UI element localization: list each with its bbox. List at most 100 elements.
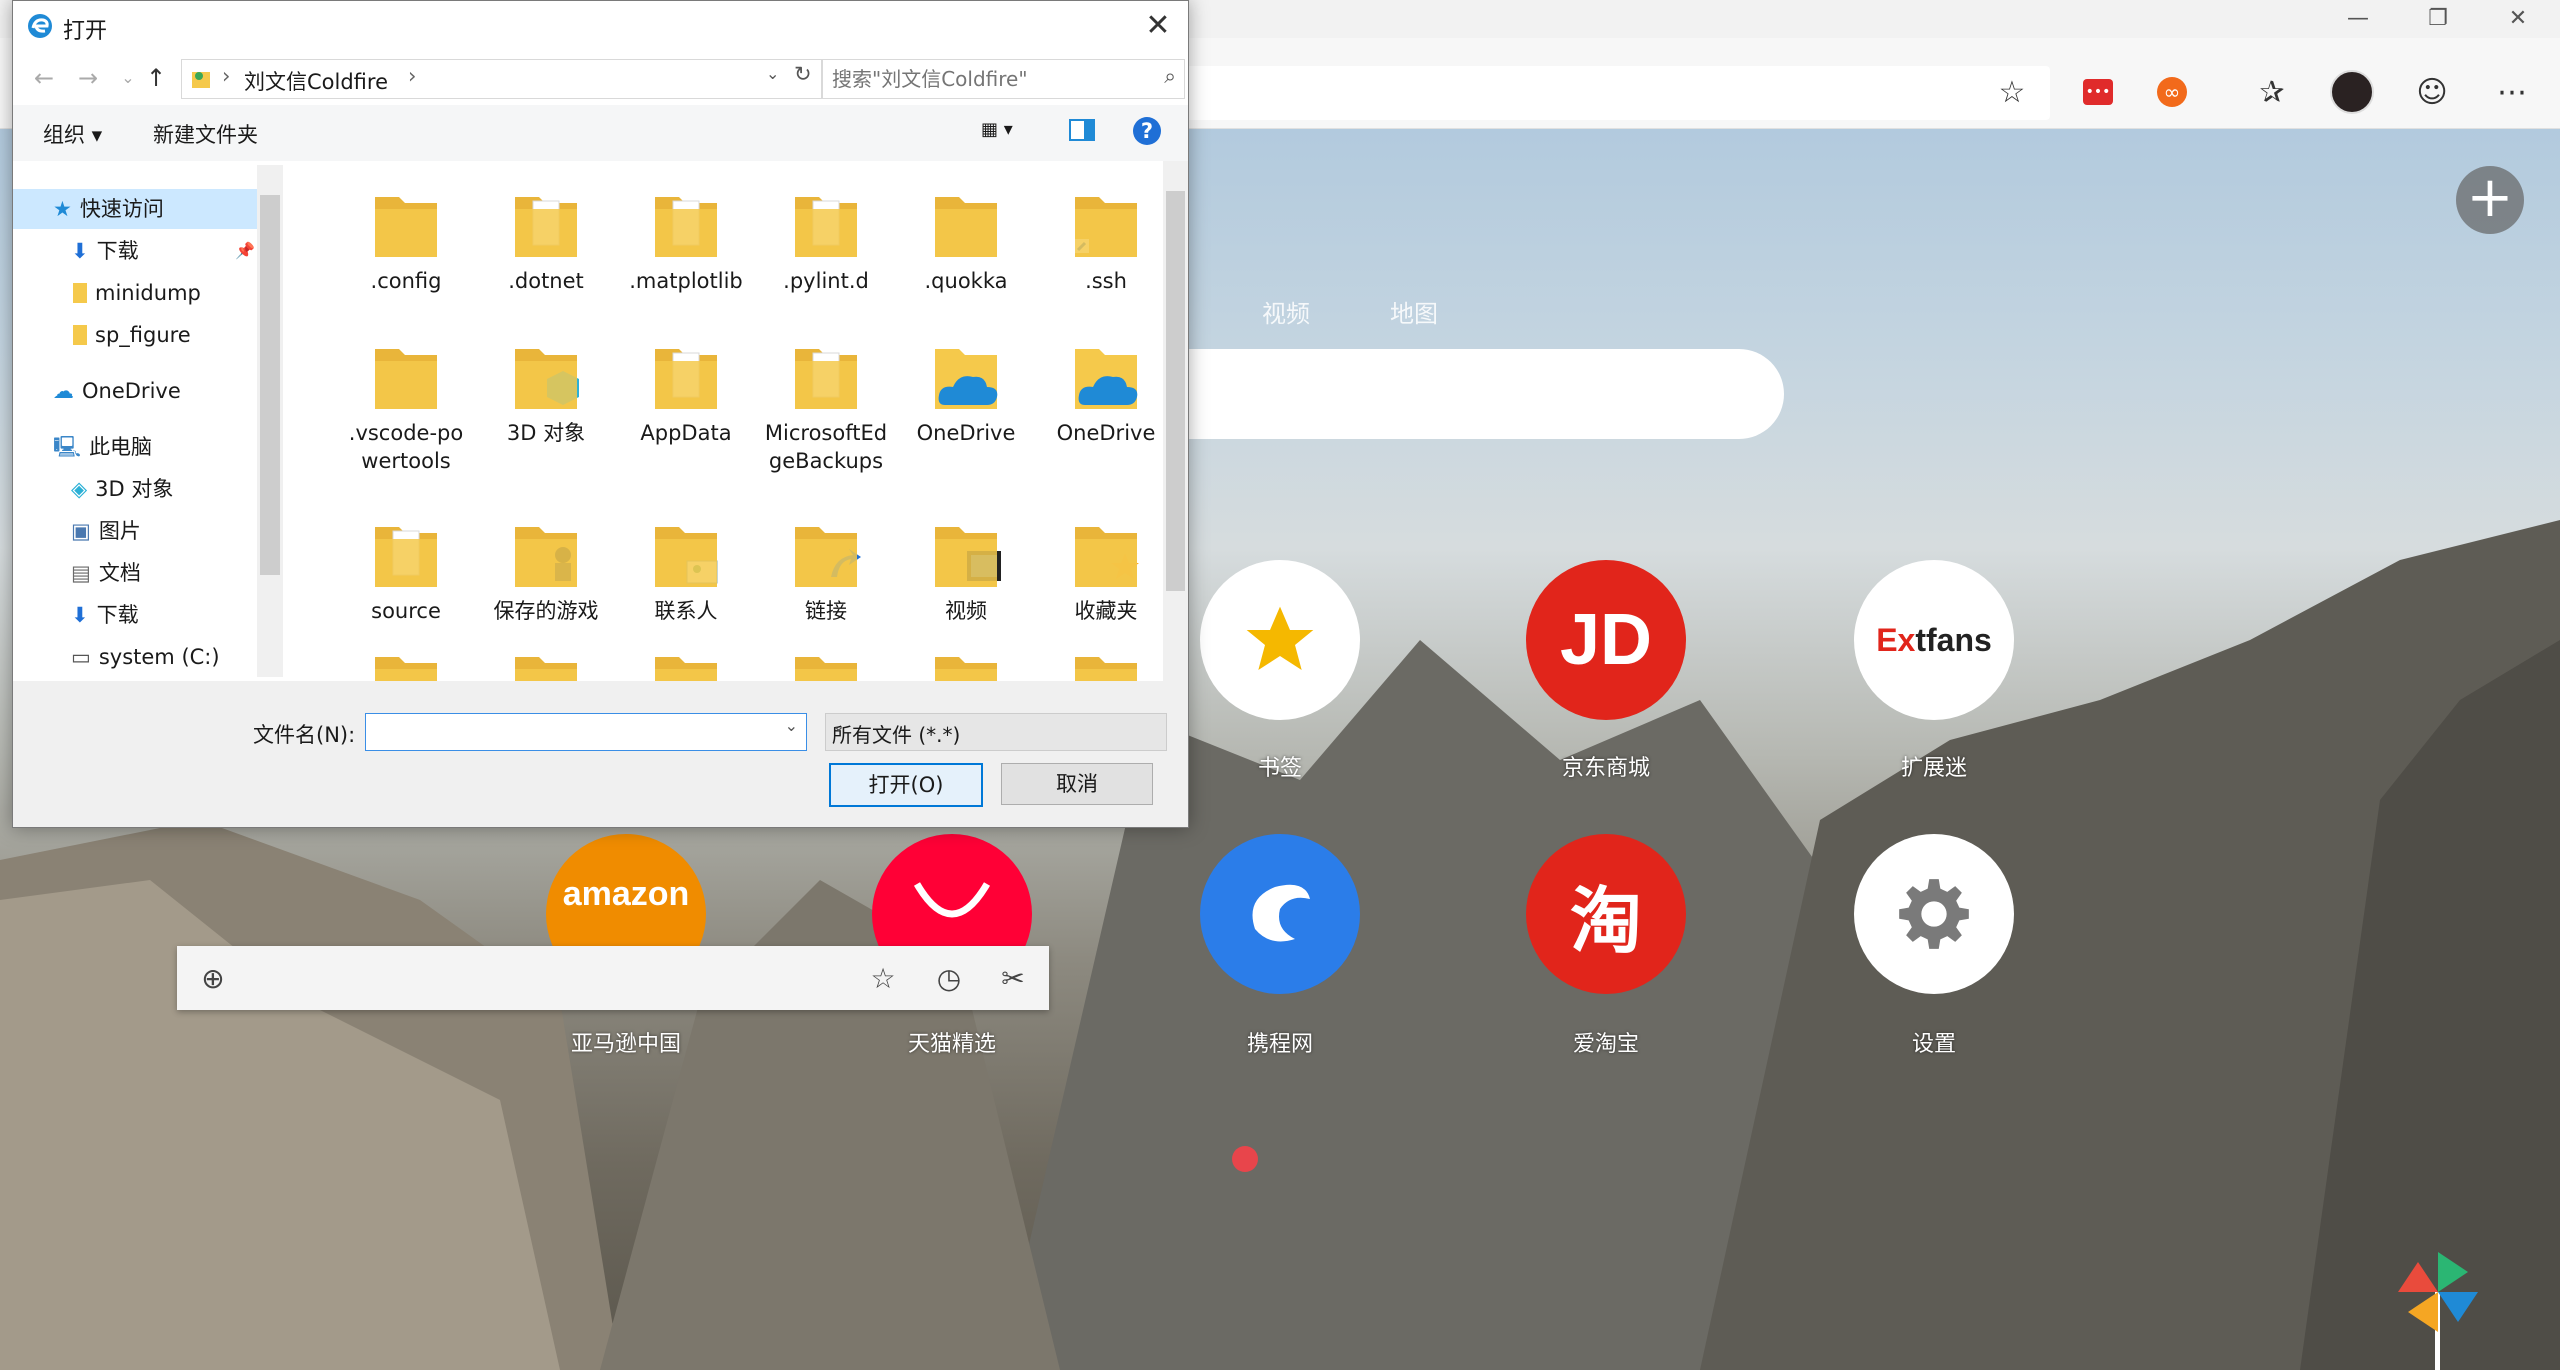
nav-item-3d-objects[interactable]: ◈ 3D 对象: [71, 471, 173, 507]
close-window-button[interactable]: ✕: [2488, 4, 2548, 34]
extension-red-icon[interactable]: •••: [2076, 70, 2120, 114]
nav-item-this-pc[interactable]: 🖳 此电脑: [53, 429, 152, 465]
more-menu-icon[interactable]: ⋯: [2490, 70, 2534, 114]
search-box[interactable]: ⌕: [821, 59, 1185, 99]
file-item[interactable]: AppData: [621, 323, 751, 447]
dialog-close-button[interactable]: ✕: [1140, 9, 1176, 45]
pinwheel-icon[interactable]: [2398, 1252, 2478, 1370]
forward-arrow-icon[interactable]: →: [73, 63, 103, 93]
cloud-icon: ☁: [53, 379, 74, 403]
nav-item-downloads[interactable]: ⬇ 下载 📌: [71, 233, 255, 269]
search-tab-map[interactable]: 地图: [1390, 294, 1438, 329]
search-tab-video[interactable]: 视频: [1262, 294, 1310, 329]
nav-item-sp-figure[interactable]: sp_figure: [73, 317, 191, 353]
filetype-select[interactable]: 所有文件 (*.*) ⌄: [825, 713, 1167, 751]
file-item[interactable]: OneDrive: [1041, 323, 1163, 447]
file-item[interactable]: .dotnet: [481, 171, 611, 295]
main-search-box[interactable]: [1180, 349, 1784, 439]
folder-icon: [481, 323, 611, 419]
scroll-thumb[interactable]: [1166, 191, 1185, 591]
path-dropdown-icon[interactable]: ⌄: [766, 64, 779, 83]
dialog-bottom-bar: 文件名(N): ⌄ 所有文件 (*.*) ⌄ 打开(O) 取消: [13, 681, 1188, 827]
address-bar[interactable]: [1180, 66, 2050, 120]
breadcrumb-chevron-icon[interactable]: ›: [408, 64, 416, 88]
nav-item-label: OneDrive: [82, 379, 181, 403]
file-item[interactable]: .pylint.d: [761, 171, 891, 295]
tile-taobao[interactable]: 淘: [1526, 834, 1686, 994]
folder-icon: [481, 631, 611, 681]
tile-settings[interactable]: [1854, 834, 2014, 994]
file-item[interactable]: [761, 631, 891, 681]
folder-icon: [1041, 631, 1163, 681]
open-button[interactable]: 打开(O): [829, 763, 983, 807]
nav-item-documents[interactable]: ▤ 文档: [71, 555, 141, 591]
restore-button[interactable]: ❐: [2408, 4, 2468, 34]
chevron-down-icon[interactable]: ⌄: [785, 716, 798, 735]
refresh-icon[interactable]: ↻: [794, 62, 812, 86]
nav-item-pictures[interactable]: ▣ 图片: [71, 513, 141, 549]
search-target-icon[interactable]: ⊕: [193, 958, 233, 998]
tile-extfans[interactable]: Ex tfans: [1854, 560, 2014, 720]
search-input[interactable]: [830, 64, 1144, 94]
favorite-star-icon[interactable]: ☆: [1990, 70, 2034, 114]
recent-chevron-icon[interactable]: ⌄: [113, 63, 143, 93]
floating-search-bar[interactable]: ⊕ ☆ ◷ ✂: [177, 946, 1049, 1010]
file-item[interactable]: source: [341, 501, 471, 625]
file-item[interactable]: [1041, 631, 1163, 681]
file-scrollbar[interactable]: [1163, 161, 1188, 681]
favorites-list-icon[interactable]: ✰: [2250, 70, 2294, 114]
onedrive-folder-icon: [1041, 323, 1163, 419]
file-item[interactable]: [341, 631, 471, 681]
tile-bookmarks[interactable]: [1200, 560, 1360, 720]
file-item[interactable]: 3D 对象: [481, 323, 611, 447]
file-item[interactable]: .quokka: [901, 171, 1031, 295]
change-view-icon[interactable]: ▦ ▾: [981, 119, 1013, 140]
tile-ctrip[interactable]: [1200, 834, 1360, 994]
file-item-label: AppData: [640, 421, 732, 445]
file-item[interactable]: [901, 631, 1031, 681]
pin-icon[interactable]: 📌: [235, 233, 255, 269]
nav-item-onedrive[interactable]: ☁ OneDrive: [53, 373, 181, 409]
chevron-down-icon[interactable]: ⌄: [832, 716, 1156, 735]
cancel-button[interactable]: 取消: [1001, 763, 1153, 805]
organize-button[interactable]: 组织 ▾: [43, 119, 102, 149]
help-icon[interactable]: ?: [1133, 117, 1161, 145]
extension-infinity-icon[interactable]: ∞: [2150, 70, 2194, 114]
file-item[interactable]: OneDrive: [901, 323, 1031, 447]
tile-jd[interactable]: JD: [1526, 560, 1686, 720]
file-item[interactable]: 收藏夹: [1041, 501, 1163, 625]
file-item[interactable]: [481, 631, 611, 681]
filename-input[interactable]: ⌄: [365, 713, 807, 751]
file-item[interactable]: MicrosoftEdgeBackups: [761, 323, 891, 475]
file-item[interactable]: [621, 631, 751, 681]
feedback-smiley-icon[interactable]: ☺: [2410, 70, 2454, 114]
star-icon[interactable]: ☆: [863, 958, 903, 998]
nav-item-label: system (C:): [98, 645, 220, 669]
file-item[interactable]: 链接: [761, 501, 891, 625]
minimize-button[interactable]: —: [2328, 4, 2388, 34]
back-arrow-icon[interactable]: ←: [29, 63, 59, 93]
avatar[interactable]: [2330, 70, 2374, 114]
tools-icon[interactable]: ✂: [993, 958, 1033, 998]
up-arrow-icon[interactable]: ↑: [141, 63, 171, 93]
nav-item-system-drive[interactable]: ▭ system (C:): [71, 639, 220, 675]
file-item[interactable]: 视频: [901, 501, 1031, 625]
file-item[interactable]: .matplotlib: [621, 171, 751, 295]
new-folder-button[interactable]: 新建文件夹: [153, 119, 258, 149]
file-item[interactable]: 联系人: [621, 501, 751, 625]
file-item[interactable]: .ssh: [1041, 171, 1163, 295]
nav-item-downloads-pc[interactable]: ⬇ 下载: [71, 597, 139, 633]
add-shortcut-button[interactable]: +: [2456, 166, 2524, 234]
nav-item-quick-access[interactable]: ★ 快速访问: [53, 191, 164, 227]
file-item[interactable]: 保存的游戏: [481, 501, 611, 625]
clock-icon[interactable]: ◷: [929, 958, 969, 998]
search-icon[interactable]: ⌕: [1164, 64, 1176, 89]
file-item[interactable]: .config: [341, 171, 471, 295]
nav-scrollbar[interactable]: [257, 165, 283, 677]
file-item[interactable]: .vscode-powertools: [341, 323, 471, 475]
scroll-thumb[interactable]: [260, 195, 280, 575]
preview-pane-icon[interactable]: [1069, 119, 1095, 146]
nav-item-minidump[interactable]: minidump: [73, 275, 201, 311]
address-path-box[interactable]: › 刘文信Coldfire › ⌄ ↻: [181, 59, 823, 99]
breadcrumb[interactable]: 刘文信Coldfire: [244, 66, 388, 96]
